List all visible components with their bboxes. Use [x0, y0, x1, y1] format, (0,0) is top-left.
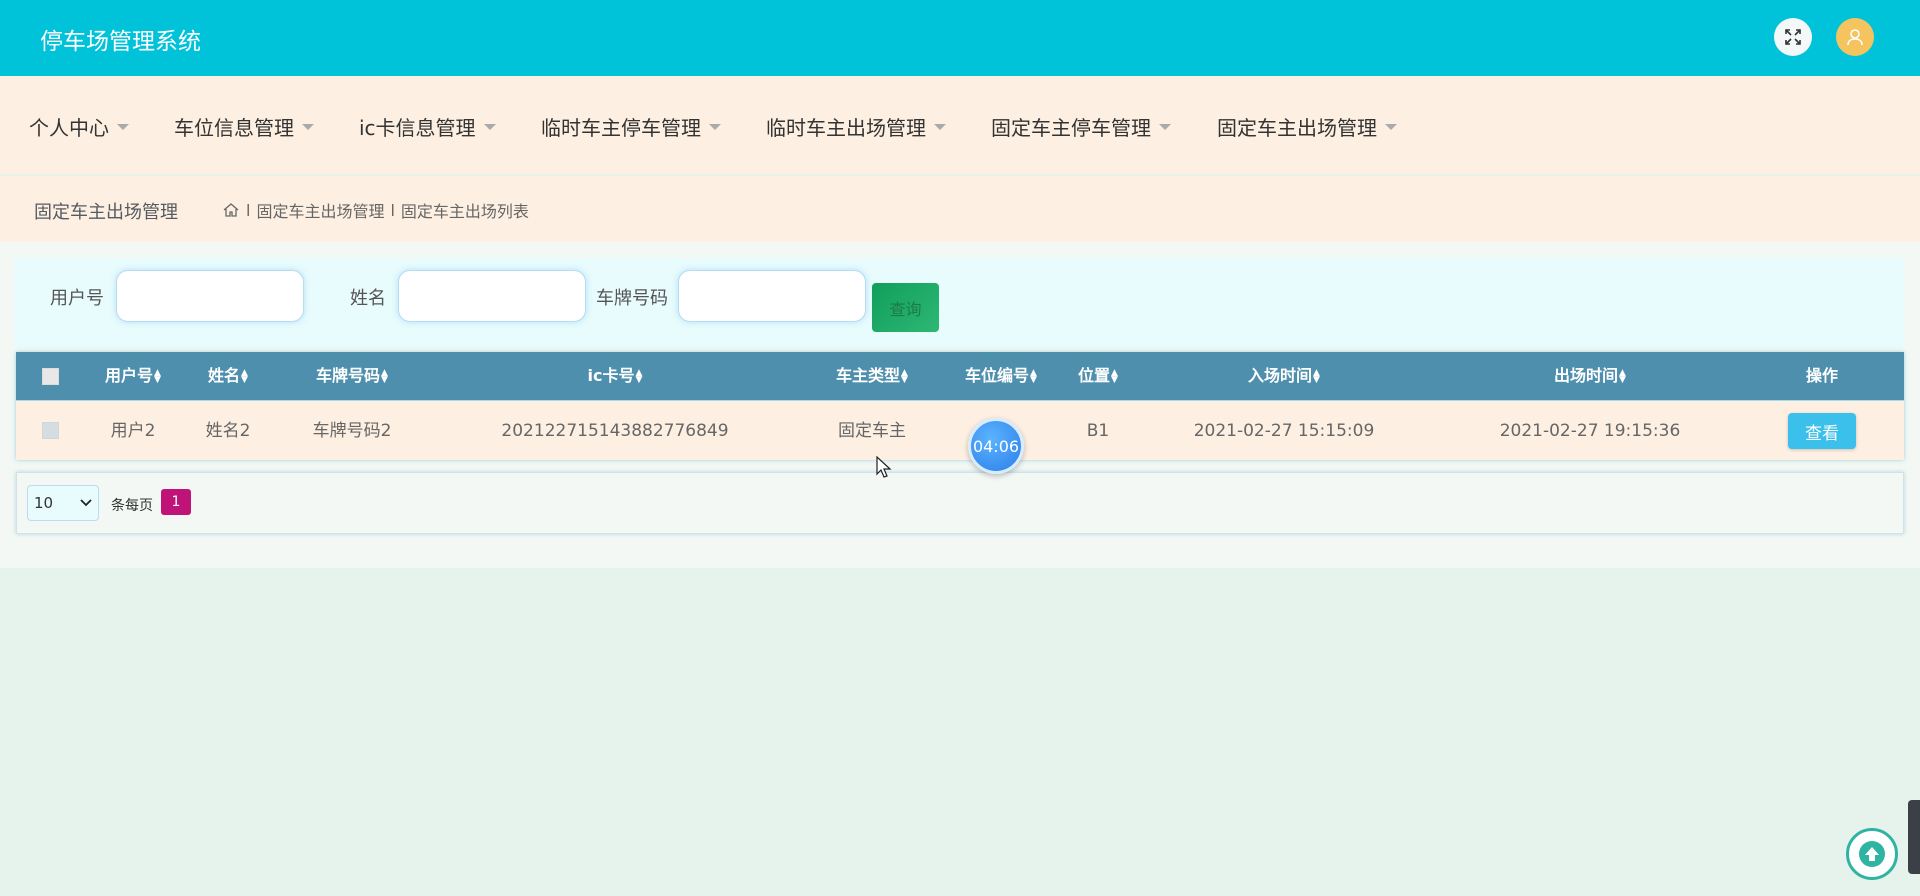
data-table: 用户号▲ ▼ 姓名▲ ▼ 车牌号码▲ ▼ ic卡号▲ ▼ 车主类型▲ ▼ 车位编号▲ ▼ 位…	[16, 352, 1904, 460]
sort-icon: ▲ ▼	[901, 367, 908, 385]
caret-down-icon	[934, 123, 946, 130]
th-label: 用户号	[105, 366, 154, 385]
fullscreen-button[interactable]	[1774, 18, 1812, 56]
sort-icon: ▲ ▼	[1313, 367, 1320, 385]
sort-icon: ▲ ▼	[154, 367, 161, 385]
table-row: 用户2 姓名2 车牌号码2 202122715143882776849 固定车主…	[16, 400, 1904, 460]
th-plate[interactable]: 车牌号码▲ ▼	[316, 352, 388, 400]
cell-location: B1	[1086, 421, 1110, 441]
cell-name: 姓名2	[205, 421, 251, 441]
home-icon[interactable]	[222, 201, 240, 219]
th-in-time[interactable]: 入场时间▲ ▼	[1248, 352, 1320, 400]
fullscreen-icon	[1785, 29, 1801, 45]
caret-down-icon	[1385, 123, 1397, 130]
page-number-active[interactable]: 1	[161, 489, 191, 515]
nav-temp-parking[interactable]: 临时车主停车管理	[541, 112, 721, 141]
th-label: ic卡号	[587, 366, 635, 385]
sort-icon: ▲ ▼	[635, 367, 643, 385]
caret-down-icon	[302, 123, 314, 130]
nav-ic-card[interactable]: ic卡信息管理	[359, 112, 496, 141]
page-title: 固定车主出场管理	[34, 202, 178, 223]
row-checkbox[interactable]	[42, 422, 59, 439]
breadcrumb-separator: l	[246, 200, 251, 220]
mouse-cursor-icon	[876, 456, 892, 478]
nav-label: 临时车主出场管理	[766, 116, 926, 140]
nav-personal-center[interactable]: 个人中心	[29, 112, 129, 141]
cell-plate: 车牌号码2	[312, 421, 392, 441]
th-label: 车牌号码	[316, 366, 381, 385]
th-owner-type[interactable]: 车主类型▲ ▼	[836, 352, 908, 400]
plate-input[interactable]	[678, 270, 866, 322]
th-action: 操作	[1805, 366, 1839, 385]
th-label: 入场时间	[1248, 366, 1313, 385]
main-nav: 个人中心 车位信息管理 ic卡信息管理 临时车主停车管理 临时车主出场管理 固定…	[0, 76, 1920, 174]
breadcrumb-item[interactable]: 固定车主出场管理	[256, 198, 384, 222]
th-name[interactable]: 姓名▲ ▼	[208, 352, 248, 400]
table-header: 用户号▲ ▼ 姓名▲ ▼ 车牌号码▲ ▼ ic卡号▲ ▼ 车主类型▲ ▼ 车位编号▲ ▼ 位…	[16, 352, 1904, 400]
nav-label: ic卡信息管理	[359, 116, 476, 140]
th-label: 车位编号	[965, 366, 1030, 385]
timer-badge[interactable]: 04:06	[968, 418, 1024, 474]
caret-down-icon	[483, 123, 496, 130]
nav-temp-exit[interactable]: 临时车主出场管理	[766, 112, 946, 141]
plate-label: 车牌号码	[596, 288, 668, 309]
cell-card: 202122715143882776849	[501, 421, 729, 441]
per-page-label: 条每页	[111, 498, 153, 514]
avatar-button[interactable]	[1836, 18, 1874, 56]
view-button[interactable]: 查看	[1788, 413, 1856, 449]
cell-out-time: 2021-02-27 19:15:36	[1499, 421, 1681, 441]
cell-in-time: 2021-02-27 15:15:09	[1193, 421, 1375, 441]
chevron-down-icon	[80, 499, 92, 507]
side-widget[interactable]	[1908, 800, 1920, 874]
select-all-checkbox[interactable]	[42, 368, 59, 385]
breadcrumb: l 固定车主出场管理 l 固定车主出场列表	[222, 198, 529, 222]
th-label: 车主类型	[836, 366, 901, 385]
th-label: 出场时间	[1554, 366, 1619, 385]
breadcrumb-bar: 固定车主出场管理 l 固定车主出场管理 l 固定车主出场列表	[0, 176, 1920, 242]
caret-down-icon	[117, 123, 129, 130]
nav-label: 固定车主出场管理	[1217, 116, 1377, 140]
breadcrumb-item: 固定车主出场列表	[400, 202, 529, 221]
nav-label: 固定车主停车管理	[991, 116, 1151, 140]
th-spot[interactable]: 车位编号▲ ▼	[965, 352, 1037, 400]
cell-owner-type: 固定车主	[838, 421, 906, 441]
th-user[interactable]: 用户号▲ ▼	[105, 352, 161, 400]
sort-icon: ▲ ▼	[381, 367, 388, 385]
breadcrumb-separator: l	[390, 200, 395, 220]
sort-icon: ▲ ▼	[1619, 367, 1626, 385]
nav-fixed-exit[interactable]: 固定车主出场管理	[1217, 112, 1397, 141]
th-label: 位置	[1078, 366, 1111, 385]
user-icon	[1847, 29, 1863, 46]
th-label: 姓名	[208, 366, 241, 385]
sort-icon: ▲ ▼	[1111, 367, 1118, 385]
th-location[interactable]: 位置▲ ▼	[1078, 352, 1118, 400]
page-size-value: 10	[34, 494, 54, 512]
nav-fixed-parking[interactable]: 固定车主停车管理	[991, 112, 1171, 141]
pagination: 10 条每页 1	[16, 472, 1904, 534]
user-number-label: 用户号	[50, 288, 104, 309]
caret-down-icon	[1159, 123, 1171, 130]
user-number-input[interactable]	[116, 270, 304, 322]
top-bar: 停车场管理系统	[0, 0, 1920, 76]
name-input[interactable]	[398, 270, 586, 322]
name-label: 姓名	[350, 288, 386, 309]
th-card[interactable]: ic卡号▲ ▼	[588, 352, 643, 400]
nav-label: 个人中心	[29, 116, 109, 140]
nav-label: 临时车主停车管理	[541, 116, 701, 140]
page-size-select[interactable]: 10	[27, 485, 99, 521]
nav-label: 车位信息管理	[174, 116, 294, 140]
sort-icon: ▲ ▼	[241, 367, 248, 385]
th-out-time[interactable]: 出场时间▲ ▼	[1554, 352, 1626, 400]
caret-down-icon	[709, 123, 721, 130]
nav-parking-spot[interactable]: 车位信息管理	[174, 112, 314, 141]
cell-user: 用户2	[110, 421, 156, 441]
app-title: 停车场管理系统	[40, 29, 201, 55]
search-button[interactable]: 查询	[872, 283, 939, 332]
back-to-top-button[interactable]	[1846, 828, 1898, 880]
arrow-up-icon	[1859, 841, 1885, 867]
sort-icon: ▲ ▼	[1030, 367, 1037, 385]
